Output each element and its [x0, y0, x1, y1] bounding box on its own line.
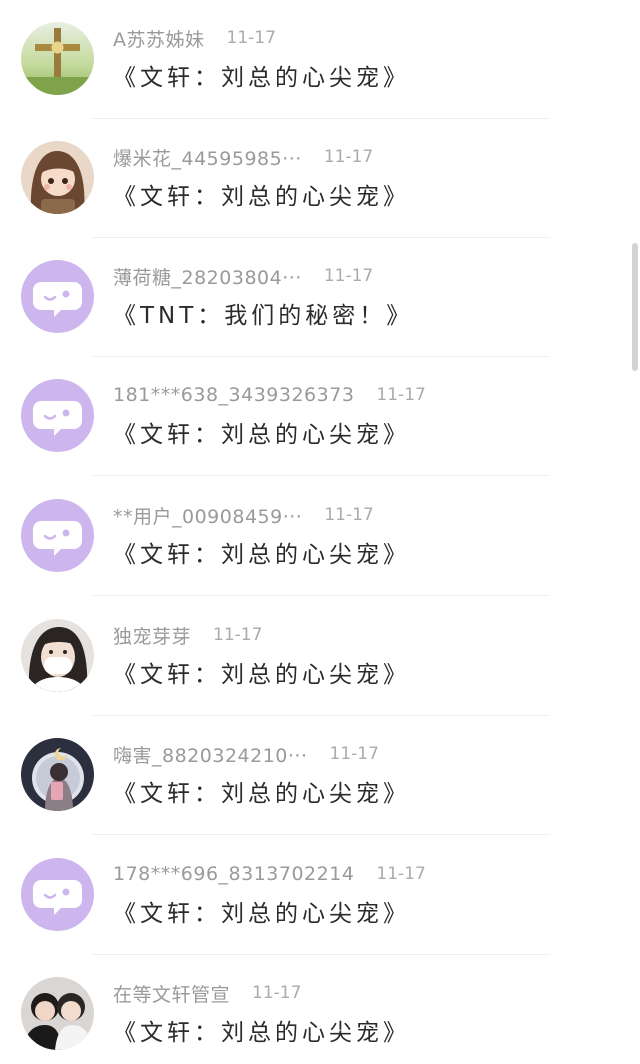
comment-meta: A苏苏姊妹 11-17	[113, 25, 276, 52]
comment-meta: 在等文轩管宣 11-17	[113, 980, 302, 1007]
avatar[interactable]	[21, 858, 94, 931]
comment-text: 《文轩：刘总的心尖宠》	[113, 781, 410, 807]
username[interactable]: 独宠芽芽	[113, 622, 191, 649]
comment-date: 11-17	[226, 28, 276, 48]
comment-list: A苏苏姊妹 11-17 《文轩：刘总的心尖宠》 爆米花_44595985··· …	[0, 0, 640, 1064]
username[interactable]: **用户_00908459···	[113, 502, 302, 529]
comment-meta: 嗨害_8820324210··· 11-17	[113, 741, 379, 768]
comment-meta: 181***638_3439326373 11-17	[113, 383, 426, 407]
comment-date: 11-17	[324, 505, 374, 525]
avatar[interactable]	[21, 22, 94, 95]
comment-item[interactable]: 178***696_8313702214 11-17 《文轩：刘总的心尖宠》	[0, 836, 640, 955]
comment-item[interactable]: 181***638_3439326373 11-17 《文轩：刘总的心尖宠》	[0, 357, 640, 476]
avatar[interactable]	[21, 977, 94, 1050]
comment-item[interactable]: **用户_00908459··· 11-17 《文轩：刘总的心尖宠》	[0, 477, 640, 596]
avatar[interactable]	[21, 499, 94, 572]
comment-item[interactable]: 爆米花_44595985··· 11-17 《文轩：刘总的心尖宠》	[0, 119, 640, 238]
two-boys-photo-icon	[21, 977, 94, 1050]
username[interactable]: A苏苏姊妹	[113, 25, 205, 52]
comment-meta: **用户_00908459··· 11-17	[113, 502, 374, 529]
username[interactable]: 薄荷糖_28203804···	[113, 263, 302, 290]
comment-text: 《文轩：刘总的心尖宠》	[113, 901, 410, 927]
comment-meta: 178***696_8313702214 11-17	[113, 862, 426, 886]
default-chat-avatar-icon	[21, 260, 94, 333]
comment-meta: 独宠芽芽 11-17	[113, 622, 263, 649]
comment-item[interactable]: 独宠芽芽 11-17 《文轩：刘总的心尖宠》	[0, 597, 640, 716]
default-chat-avatar-icon	[21, 499, 94, 572]
cartoon-girl-icon	[21, 141, 94, 214]
comment-date: 11-17	[252, 983, 302, 1003]
comment-text: 《文轩：刘总的心尖宠》	[113, 542, 410, 568]
avatar[interactable]	[21, 379, 94, 452]
avatar[interactable]	[21, 619, 94, 692]
comment-date: 11-17	[323, 266, 374, 286]
cross-photo-icon	[21, 22, 94, 95]
comment-meta: 薄荷糖_28203804··· 11-17	[113, 263, 374, 290]
comment-text: 《文轩：刘总的心尖宠》	[113, 184, 410, 210]
scrollbar[interactable]	[632, 243, 638, 371]
comment-meta: 爆米花_44595985··· 11-17	[113, 144, 374, 171]
divider	[92, 595, 550, 596]
comment-item[interactable]: A苏苏姊妹 11-17 《文轩：刘总的心尖宠》	[0, 0, 640, 119]
comment-item[interactable]: 在等文轩管宣 11-17 《文轩：刘总的心尖宠》	[0, 955, 640, 1064]
mirror-selfie-photo-icon	[21, 738, 94, 811]
username[interactable]: 181***638_3439326373	[113, 384, 354, 406]
comment-text: 《文轩：刘总的心尖宠》	[113, 662, 410, 688]
username[interactable]: 178***696_8313702214	[113, 863, 354, 885]
comment-item[interactable]: 薄荷糖_28203804··· 11-17 《TNT：我们的秘密！》	[0, 238, 640, 357]
comment-date: 11-17	[213, 625, 263, 645]
avatar[interactable]	[21, 141, 94, 214]
divider	[92, 834, 550, 835]
masked-girl-photo-icon	[21, 619, 94, 692]
default-chat-avatar-icon	[21, 858, 94, 931]
comment-text: 《TNT：我们的秘密！》	[113, 303, 414, 329]
comment-date: 11-17	[323, 147, 374, 167]
username[interactable]: 嗨害_8820324210···	[113, 741, 308, 768]
username[interactable]: 爆米花_44595985···	[113, 144, 302, 171]
comment-text: 《文轩：刘总的心尖宠》	[113, 1020, 410, 1046]
comment-text: 《文轩：刘总的心尖宠》	[113, 422, 410, 448]
username[interactable]: 在等文轩管宣	[113, 980, 230, 1007]
comment-text: 《文轩：刘总的心尖宠》	[113, 65, 410, 91]
comment-item[interactable]: 嗨害_8820324210··· 11-17 《文轩：刘总的心尖宠》	[0, 716, 640, 835]
default-chat-avatar-icon	[21, 379, 94, 452]
avatar[interactable]	[21, 738, 94, 811]
comment-date: 11-17	[376, 385, 426, 405]
avatar[interactable]	[21, 260, 94, 333]
divider	[92, 475, 550, 476]
comment-date: 11-17	[329, 744, 379, 764]
comment-date: 11-17	[376, 864, 426, 884]
